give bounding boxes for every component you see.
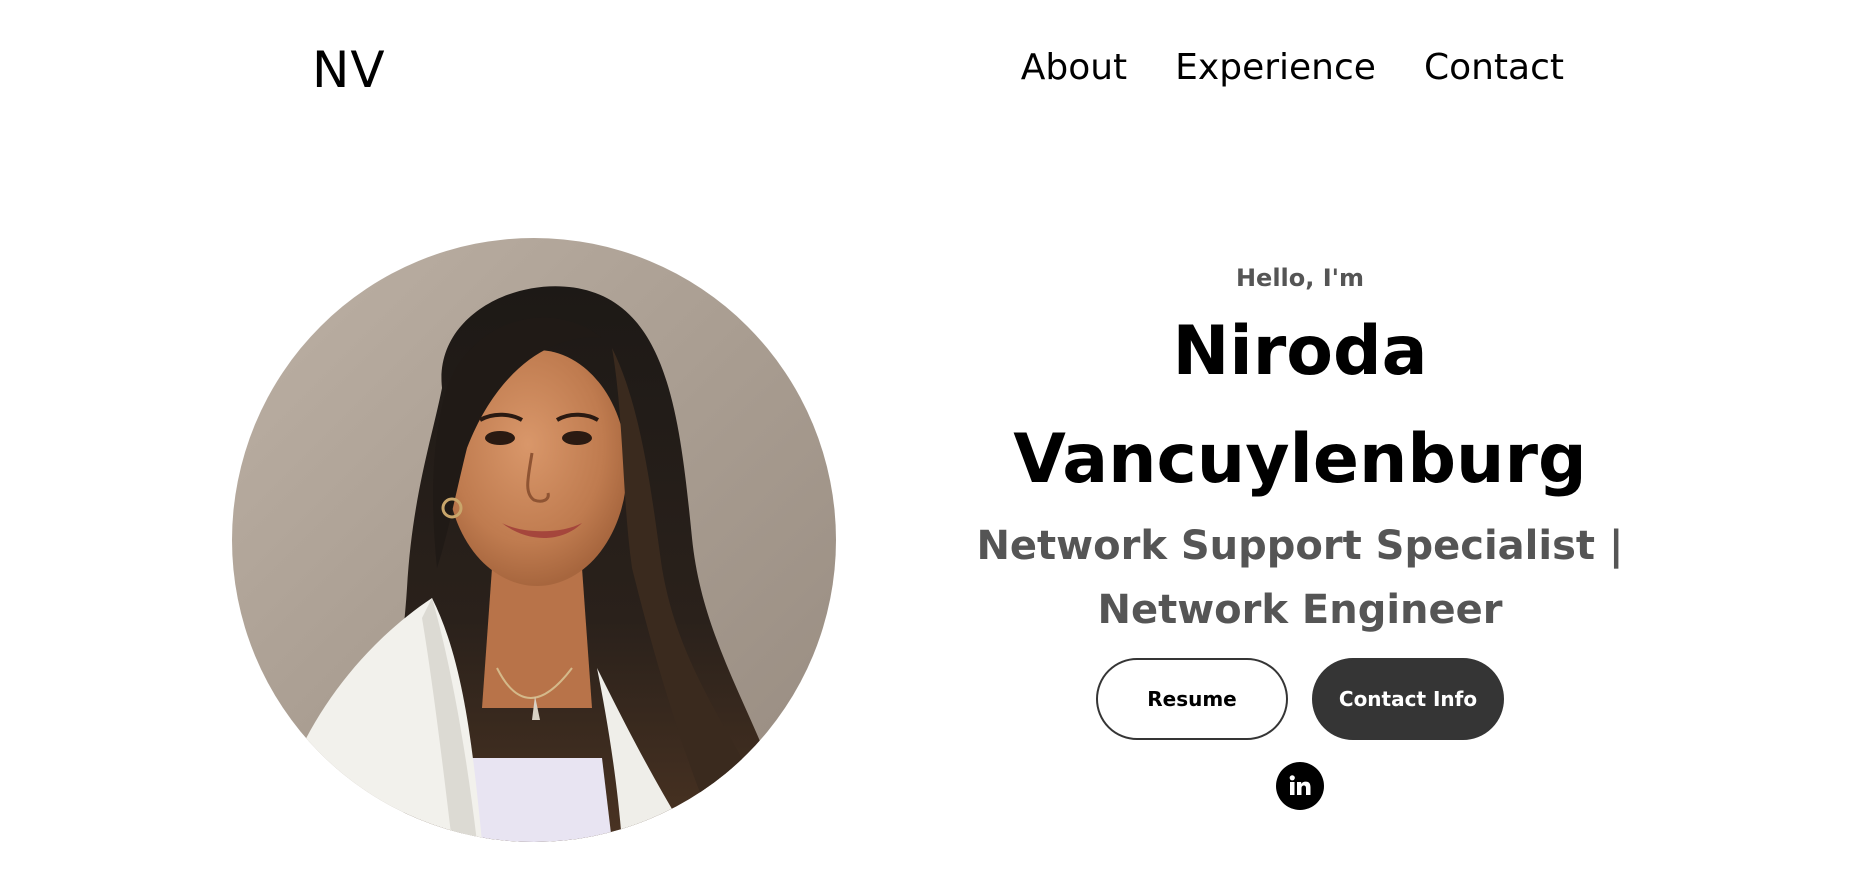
profile-photo	[232, 238, 836, 842]
nav-link-contact[interactable]: Contact	[1424, 44, 1564, 92]
linkedin-icon[interactable]	[1276, 762, 1324, 810]
social-links	[940, 762, 1660, 810]
name-first: Niroda	[1172, 312, 1428, 391]
role-line-2: Network Engineer	[1097, 587, 1503, 633]
name-last: Vancuylenburg	[1013, 420, 1587, 499]
contact-info-button[interactable]: Contact Info	[1312, 658, 1504, 740]
hero-buttons: Resume Contact Info	[940, 658, 1660, 740]
nav-link-about[interactable]: About	[1021, 44, 1127, 92]
role-line-1: Network Support Specialist |	[976, 523, 1624, 569]
role-title: Network Support Specialist | Network Eng…	[940, 514, 1660, 642]
greeting-text: Hello, I'm	[1235, 264, 1365, 292]
name-heading: Niroda Vancuylenburg	[940, 298, 1660, 514]
hero-section: Hello, I'm Niroda Vancuylenburg Network …	[940, 258, 1660, 810]
resume-button[interactable]: Resume	[1096, 658, 1288, 740]
page: NV About Experience Contact Hello, I'm N…	[0, 0, 1860, 886]
logo-link[interactable]: NV	[312, 40, 386, 100]
nav-link-experience[interactable]: Experience	[1175, 44, 1376, 92]
top-nav: About Experience Contact	[1021, 44, 1564, 92]
